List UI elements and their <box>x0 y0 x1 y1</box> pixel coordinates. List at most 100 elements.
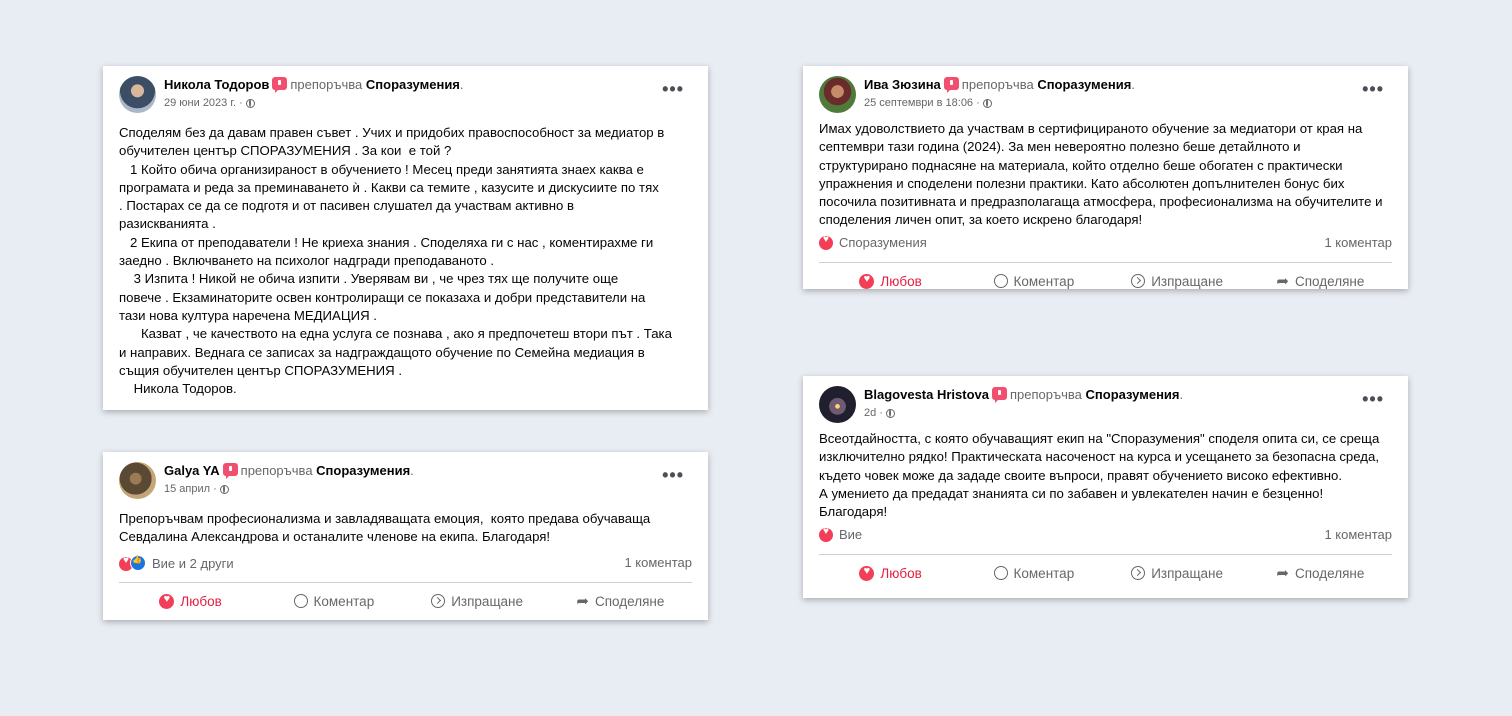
post-date: 29 юни 2023 г. · <box>164 97 255 109</box>
more-options-icon[interactable]: ••• <box>662 80 684 98</box>
date-text[interactable]: 2d · <box>864 407 883 419</box>
share-button[interactable]: ➦ Споделяне <box>1249 556 1392 590</box>
recommend-verb: препоръчва <box>240 463 313 478</box>
love-button[interactable]: Любов <box>119 584 262 618</box>
author-line: Никола Тодоров препоръчва Споразумения. <box>164 77 464 93</box>
send-button[interactable]: Изпращане <box>1106 556 1249 590</box>
messenger-icon <box>1131 566 1146 580</box>
action-bar: Любов Коментар Изпращане ➦ Споделяне <box>819 264 1392 289</box>
share-icon: ➦ <box>1276 273 1289 289</box>
recommend-verb: препоръчва <box>961 77 1034 92</box>
post-header: Ива Зюзина препоръчва Споразумения. 25 се… <box>819 76 1392 116</box>
author-name[interactable]: Galya YA <box>164 463 220 478</box>
comment-icon <box>993 566 1008 580</box>
recommend-icon <box>992 387 1007 403</box>
avatar[interactable] <box>819 386 856 423</box>
post-card-blagovesta: Blagovesta Hristova препоръчва Споразумен… <box>803 376 1408 598</box>
avatar[interactable] <box>119 76 156 113</box>
more-options-icon[interactable]: ••• <box>1362 80 1384 98</box>
post-date: 25 септември в 18:06 · <box>864 97 992 109</box>
period: . <box>1179 387 1184 402</box>
post-header: Никола Тодоров препоръчва Споразумения. 2… <box>119 76 692 116</box>
love-button[interactable]: Любов <box>819 556 962 590</box>
avatar[interactable] <box>819 76 856 113</box>
comment-label: Коментар <box>1013 565 1075 581</box>
globe-icon <box>219 485 229 494</box>
recommend-icon <box>272 77 288 93</box>
messenger-icon <box>431 594 446 608</box>
author-line: Ива Зюзина препоръчва Споразумения. <box>864 77 1135 93</box>
page-name[interactable]: Споразумения <box>1086 387 1180 402</box>
post-date: 2d · <box>864 407 895 419</box>
divider <box>819 554 1392 555</box>
share-button[interactable]: ➦ Споделяне <box>1249 264 1392 289</box>
period: . <box>1131 77 1135 92</box>
globe-icon <box>982 99 992 108</box>
love-icon <box>859 273 875 289</box>
comment-count[interactable]: 1 коментар <box>1324 235 1392 250</box>
share-label: Споделяне <box>1294 273 1365 289</box>
share-label: Споделяне <box>1294 565 1365 581</box>
post-header: Galya YA препоръчва Споразумения. 15 апри… <box>119 462 692 502</box>
love-label: Любов <box>180 593 222 609</box>
author-name[interactable]: Blagovesta Hristova <box>864 387 989 402</box>
share-icon: ➦ <box>1276 565 1289 582</box>
author-line: Blagovesta Hristova препоръчва Споразумен… <box>864 387 1184 403</box>
author-name[interactable]: Ива Зюзина <box>864 77 941 92</box>
reaction-names[interactable]: Вие <box>839 527 862 542</box>
comment-label: Коментар <box>1013 273 1075 289</box>
recommend-verb: препоръчва <box>1010 387 1082 402</box>
more-options-icon[interactable]: ••• <box>1362 390 1384 408</box>
comment-button[interactable]: Коментар <box>962 556 1105 590</box>
action-bar: Любов Коментар Изпращане ➦ Споделяне <box>119 584 692 618</box>
divider <box>819 262 1392 263</box>
page-name[interactable]: Споразумения <box>316 463 410 478</box>
page-name[interactable]: Споразумения <box>1037 77 1131 92</box>
like-reaction-icon <box>130 555 146 571</box>
love-label: Любов <box>880 565 922 581</box>
date-text[interactable]: 29 юни 2023 г. · <box>164 97 243 109</box>
recommend-icon <box>222 463 238 479</box>
post-header: Blagovesta Hristova препоръчва Споразумен… <box>819 386 1392 426</box>
comment-icon <box>993 274 1008 288</box>
love-button[interactable]: Любов <box>819 264 962 289</box>
comment-count[interactable]: 1 коментар <box>624 555 692 570</box>
comment-label: Коментар <box>313 593 375 609</box>
comment-button[interactable]: Коментар <box>262 584 405 618</box>
heart-reaction-icon <box>819 234 833 250</box>
send-button[interactable]: Изпращане <box>406 584 549 618</box>
avatar[interactable] <box>119 462 156 499</box>
more-options-icon[interactable]: ••• <box>662 466 684 484</box>
post-date: 15 април · <box>164 483 229 495</box>
date-text[interactable]: 15 април · <box>164 483 217 495</box>
author-line: Galya YA препоръчва Споразумения. <box>164 463 414 479</box>
reaction-summary[interactable]: Вие и 2 други 1 коментар <box>119 555 692 575</box>
post-text: Споделям без да давам правен съвет . Учи… <box>119 125 672 397</box>
reaction-summary[interactable]: Споразумения 1 коментар <box>819 234 1392 255</box>
recommend-icon <box>943 77 959 93</box>
reaction-names[interactable]: Споразумения <box>839 235 927 250</box>
share-label: Споделяне <box>594 593 665 609</box>
reaction-summary[interactable]: Вие 1 коментар <box>819 526 1392 547</box>
comment-button[interactable]: Коментар <box>962 264 1105 289</box>
post-card-nikola: Никола Тодоров препоръчва Споразумения. 2… <box>103 66 708 410</box>
share-button[interactable]: ➦ Споделяне <box>549 584 692 618</box>
globe-icon <box>885 409 895 418</box>
send-label: Изпращане <box>451 593 524 609</box>
comment-count[interactable]: 1 коментар <box>1324 527 1392 542</box>
heart-reaction-icon <box>819 526 833 542</box>
author-name[interactable]: Никола Тодоров <box>164 77 269 92</box>
date-text[interactable]: 25 септември в 18:06 · <box>864 97 980 109</box>
comment-icon <box>293 594 308 608</box>
recommend-verb: препоръчва <box>290 77 363 92</box>
post-text: Всеотдайността, с която обучаващият екип… <box>819 431 1380 520</box>
action-bar: Любов Коментар Изпращане ➦ Споделяне <box>819 556 1392 590</box>
divider <box>119 582 692 583</box>
globe-icon <box>245 99 255 108</box>
page-name[interactable]: Споразумения <box>366 77 460 92</box>
send-button[interactable]: Изпращане <box>1106 264 1249 289</box>
reaction-names[interactable]: Вие и 2 други <box>152 556 234 571</box>
send-label: Изпращане <box>1151 273 1224 289</box>
post-text: Имах удоволствието да участвам в сертифи… <box>819 121 1383 228</box>
post-text: Препоръчвам професионализма и завладяващ… <box>119 511 651 545</box>
